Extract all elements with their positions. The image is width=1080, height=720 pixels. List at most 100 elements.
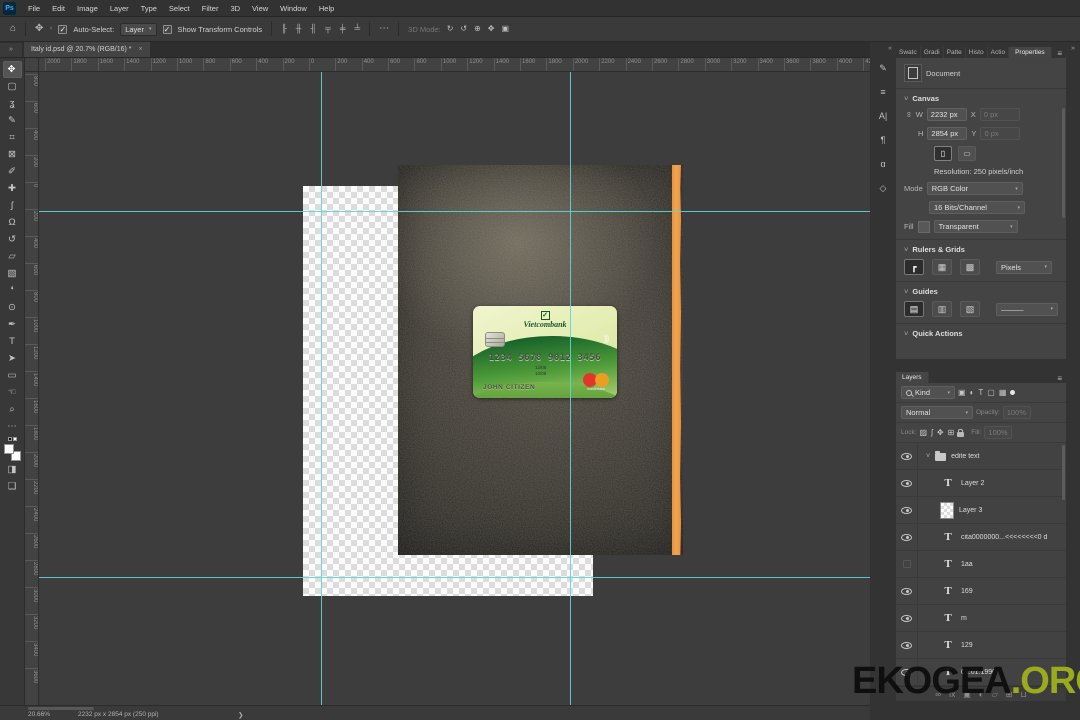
lock-artboard-icon[interactable]: ⊞	[948, 428, 955, 437]
align-horizontal-centers-icon[interactable]: ╫	[296, 24, 302, 34]
layer-row[interactable]: T 1aa	[896, 551, 1066, 578]
tab-layers[interactable]: Layers	[896, 372, 929, 383]
edit-toolbar-icon[interactable]: ⋯	[3, 418, 22, 435]
horizontal-ruler[interactable]: 2000180016001400120010008006004002000200…	[39, 58, 870, 72]
layers-scrollbar[interactable]	[1062, 445, 1065, 500]
width-field[interactable]: 2232 px	[927, 108, 967, 121]
layer-row[interactable]: ˅ edite text	[896, 443, 1066, 470]
tab-properties[interactable]: Properties	[1009, 47, 1052, 58]
menu-item[interactable]: 3D	[224, 4, 246, 13]
layer-filter-dropdown[interactable]: Kind▾	[901, 386, 955, 399]
visibility-toggle[interactable]	[896, 470, 918, 496]
clone-source-panel-icon[interactable]: ≡	[873, 80, 893, 104]
zoom-level[interactable]: 20.66%	[28, 711, 50, 718]
visibility-toggle[interactable]	[896, 632, 918, 658]
group-expand-chevron[interactable]: ˅	[926, 453, 930, 460]
lock-transparency-icon[interactable]: ▨	[920, 428, 928, 437]
layer-row[interactable]: Layer 3	[896, 497, 1066, 524]
visibility-toggle[interactable]	[896, 551, 918, 577]
guide-horizontal-top[interactable]	[39, 211, 870, 212]
menu-item[interactable]: View	[246, 4, 274, 13]
layer-row[interactable]: T 129	[896, 632, 1066, 659]
toggle-guides-button[interactable]: ▤	[904, 301, 924, 317]
pen-tool[interactable]: ✒	[3, 316, 22, 333]
visibility-toggle[interactable]	[896, 524, 918, 550]
menu-item[interactable]: Image	[71, 4, 104, 13]
menu-item[interactable]: Layer	[104, 4, 135, 13]
guide-style-dropdown[interactable]: ———▾	[996, 303, 1058, 316]
collapse-panels-icon[interactable]: «	[888, 42, 896, 56]
height-field[interactable]: 2854 px	[927, 127, 967, 140]
layer-row[interactable]: T 169	[896, 578, 1066, 605]
canvas-area[interactable]: ✓ Vietcombank ))) 1234 5678 9012 3456 12…	[39, 72, 870, 705]
default-colors-icon[interactable]	[8, 437, 17, 441]
link-dimensions-icon[interactable]: ∞	[904, 112, 913, 118]
align-top-edges-icon[interactable]: ╤	[325, 24, 331, 34]
visibility-toggle[interactable]	[896, 578, 918, 604]
type-tool[interactable]: T	[3, 333, 22, 350]
document-tab[interactable]: Italy id.psd @ 20.7% (RGB/16) * ×	[24, 42, 150, 57]
filter-type-layers-icon[interactable]: T	[978, 388, 983, 397]
fill-dropdown[interactable]: Transparent▾	[934, 220, 1018, 233]
visibility-toggle[interactable]	[896, 605, 918, 631]
lock-position-icon[interactable]: ✥	[937, 428, 944, 437]
menu-item[interactable]: File	[22, 4, 46, 13]
auto-select-checkbox[interactable]: ✓	[58, 25, 67, 34]
fill-swatch[interactable]	[918, 221, 930, 233]
home-icon[interactable]: ⌂	[10, 24, 16, 34]
lock-all-icon[interactable]	[957, 432, 964, 437]
paragraph-panel-icon[interactable]: ¶	[873, 128, 893, 152]
guide-vertical-left[interactable]	[321, 72, 322, 705]
quick-mask-icon[interactable]: ◨	[3, 461, 22, 478]
menu-item[interactable]: Type	[135, 4, 163, 13]
canvas-section-header[interactable]: ˅Canvas	[904, 94, 1058, 103]
object-selection-tool[interactable]: ✎	[3, 112, 22, 129]
credit-card-image[interactable]: ✓ Vietcombank ))) 1234 5678 9012 3456 12…	[473, 306, 617, 398]
gradient-tool[interactable]: ▧	[3, 265, 22, 282]
lock-guides-button[interactable]: ▥	[932, 301, 952, 317]
move-tool[interactable]: ✥	[3, 61, 22, 78]
clear-guides-button[interactable]: ▧	[960, 301, 980, 317]
frame-tool[interactable]: ⊠	[3, 146, 22, 163]
filter-toggle-icon[interactable]	[1010, 390, 1015, 395]
guides-section-header[interactable]: ˅Guides	[904, 287, 1058, 296]
move-tool-preset-icon[interactable]: ✥	[35, 24, 43, 34]
crop-tool[interactable]: ⌗	[3, 129, 22, 146]
eyedropper-tool[interactable]: ✐	[3, 163, 22, 180]
align-right-edges-icon[interactable]: ╢	[310, 24, 316, 34]
shape-tool[interactable]: ▭	[3, 367, 22, 384]
quick-actions-section-header[interactable]: ˅Quick Actions	[904, 329, 1058, 338]
toggle-snap-button[interactable]: ▩	[960, 259, 980, 275]
path-selection-tool[interactable]: ➤	[3, 350, 22, 367]
clone-stamp-tool[interactable]: Ω	[3, 214, 22, 231]
chevron-down-icon[interactable]: ˅	[49, 26, 52, 32]
color-mode-dropdown[interactable]: RGB Color▾	[927, 182, 1023, 195]
screen-mode-icon[interactable]: ❏	[3, 478, 22, 495]
properties-scrollbar[interactable]	[1062, 108, 1065, 218]
align-left-edges-icon[interactable]: ╟	[281, 24, 287, 34]
panel-tab[interactable]: Patte	[944, 47, 966, 58]
ruler-units-dropdown[interactable]: Pixels▾	[996, 261, 1052, 274]
visibility-toggle[interactable]	[896, 443, 918, 469]
glyphs-panel-icon[interactable]: ɑ	[873, 152, 893, 176]
toggle-rulers-button[interactable]: ┏	[904, 259, 924, 275]
guide-horizontal-bottom[interactable]	[39, 577, 870, 578]
show-transform-checkbox[interactable]: ✓	[163, 25, 172, 34]
rulers-grids-section-header[interactable]: ˅Rulers & Grids	[904, 245, 1058, 254]
lock-paint-icon[interactable]: ʃ	[931, 428, 933, 437]
horizontal-scrollbar[interactable]	[28, 707, 94, 710]
filter-smart-objects-icon[interactable]: ▦	[999, 388, 1007, 397]
close-icon[interactable]: ×	[138, 46, 142, 53]
more-options-icon[interactable]: ⋯	[379, 24, 389, 34]
bit-depth-dropdown[interactable]: 16 Bits/Channel▾	[929, 201, 1025, 214]
menu-item[interactable]: Select	[163, 4, 196, 13]
orientation-landscape-button[interactable]: ▭	[958, 146, 976, 161]
panel-menu-icon[interactable]: ≡	[1057, 374, 1062, 383]
layer-row[interactable]: T m	[896, 605, 1066, 632]
expand-panels-icon[interactable]: »	[1066, 45, 1080, 52]
3d-panel-icon[interactable]: ◇	[873, 176, 893, 200]
character-panel-icon[interactable]: A|	[873, 104, 893, 128]
eraser-tool[interactable]: ▱	[3, 248, 22, 265]
orientation-portrait-button[interactable]: ▯	[934, 146, 952, 161]
vertical-ruler[interactable]: 8006004002000200400600800100012001400160…	[25, 72, 39, 705]
